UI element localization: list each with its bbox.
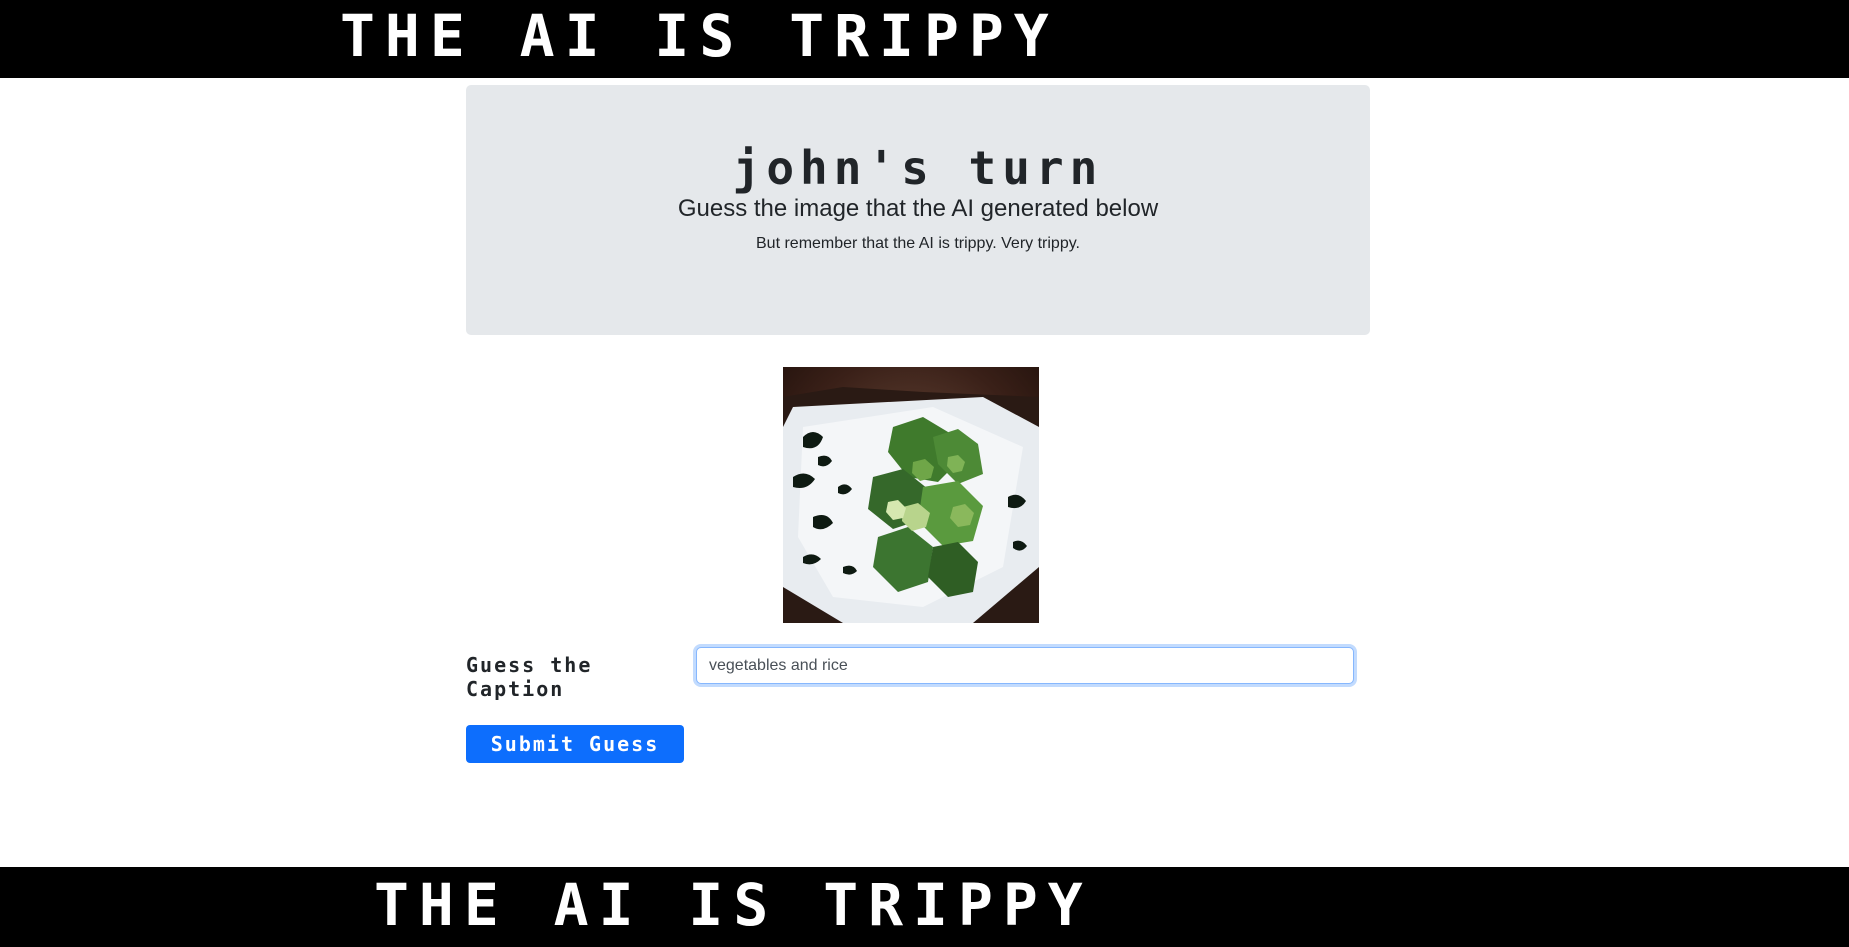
turn-jumbotron: john's turn Guess the image that the AI … (466, 85, 1370, 335)
instruction-subtext: But remember that the AI is trippy. Very… (756, 235, 1080, 252)
footer-bar: THE AI IS TRIPPY (0, 867, 1849, 947)
ai-generated-image (783, 367, 1039, 623)
footer-title: THE AI IS TRIPPY (374, 871, 1093, 939)
guess-caption-label: Guess the Caption (466, 653, 593, 701)
site-logo-title[interactable]: THE AI IS TRIPPY (340, 4, 1059, 68)
turn-title: john's turn (732, 141, 1104, 195)
top-navbar: THE AI IS TRIPPY (0, 0, 1849, 78)
caption-guess-input[interactable] (696, 647, 1354, 684)
instruction-lead: Guess the image that the AI generated be… (677, 195, 1159, 222)
submit-guess-button[interactable]: Submit Guess (466, 725, 684, 763)
